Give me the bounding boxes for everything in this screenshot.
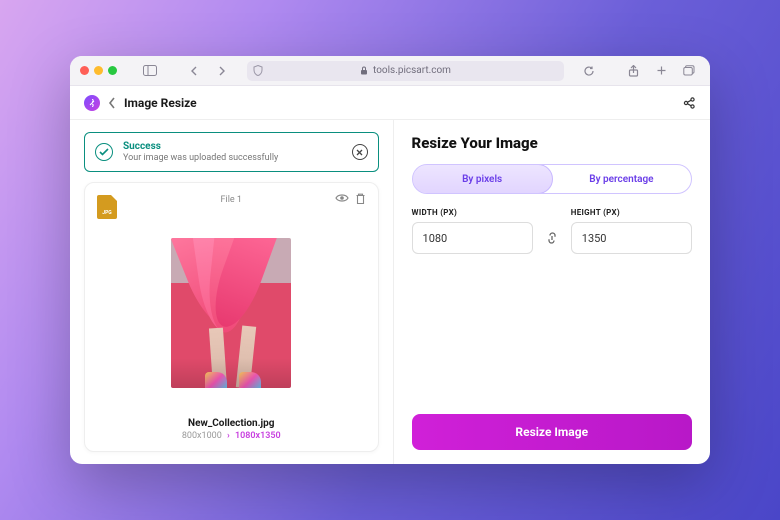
close-window-icon[interactable] bbox=[80, 66, 89, 75]
delete-trash-icon[interactable] bbox=[355, 193, 366, 205]
banner-subtitle: Your image was uploaded successfully bbox=[123, 153, 278, 163]
tabs-overview-icon[interactable] bbox=[678, 62, 700, 80]
success-check-icon bbox=[95, 143, 113, 161]
dimensions-label: 800x1000 › 1080x1350 bbox=[97, 431, 366, 441]
file-index-label: File 1 bbox=[221, 195, 242, 205]
window-controls bbox=[80, 66, 117, 75]
maximize-window-icon[interactable] bbox=[108, 66, 117, 75]
dimensions-arrow-icon: › bbox=[227, 431, 230, 441]
browser-window: tools.picsart.com Image Resize bbox=[70, 56, 710, 464]
right-panel: Resize Your Image By pixels By percentag… bbox=[394, 120, 710, 464]
minimize-window-icon[interactable] bbox=[94, 66, 103, 75]
height-input[interactable]: 1350 bbox=[571, 222, 692, 254]
page-title: Image Resize bbox=[124, 96, 197, 110]
privacy-shield-icon bbox=[253, 65, 263, 76]
app-header: Image Resize bbox=[70, 86, 710, 120]
share-page-icon[interactable] bbox=[682, 96, 696, 110]
url-text: tools.picsart.com bbox=[373, 65, 451, 76]
new-dimensions: 1080x1350 bbox=[235, 431, 281, 441]
left-panel: Success Your image was uploaded successf… bbox=[70, 120, 394, 464]
new-tab-icon[interactable] bbox=[650, 62, 672, 80]
success-banner: Success Your image was uploaded successf… bbox=[84, 132, 379, 172]
nav-forward-icon[interactable] bbox=[211, 62, 233, 80]
preview-eye-icon[interactable] bbox=[335, 193, 349, 205]
share-browser-icon[interactable] bbox=[622, 62, 644, 80]
tab-by-percentage[interactable]: By percentage bbox=[552, 165, 691, 193]
reload-icon[interactable] bbox=[578, 62, 600, 80]
aspect-lock-icon[interactable] bbox=[541, 222, 563, 254]
sidebar-toggle-icon[interactable] bbox=[139, 62, 161, 80]
url-bar[interactable]: tools.picsart.com bbox=[247, 61, 564, 81]
resize-heading: Resize Your Image bbox=[412, 134, 692, 152]
resize-mode-segmented: By pixels By percentage bbox=[412, 164, 692, 194]
file-name: New_Collection.jpg bbox=[97, 418, 366, 429]
banner-close-icon[interactable] bbox=[352, 144, 368, 160]
height-label: HEIGHT (PX) bbox=[571, 208, 692, 217]
app-logo-icon[interactable] bbox=[84, 95, 100, 111]
content-area: Success Your image was uploaded successf… bbox=[70, 120, 710, 464]
titlebar: tools.picsart.com bbox=[70, 56, 710, 86]
tab-by-pixels[interactable]: By pixels bbox=[412, 164, 553, 194]
width-label: WIDTH (PX) bbox=[412, 208, 533, 217]
banner-title: Success bbox=[123, 141, 278, 152]
image-preview bbox=[97, 207, 366, 416]
old-dimensions: 800x1000 bbox=[182, 431, 222, 441]
width-input[interactable]: 1080 bbox=[412, 222, 533, 254]
nav-back-icon[interactable] bbox=[183, 62, 205, 80]
resize-image-button[interactable]: Resize Image bbox=[412, 414, 692, 450]
thumbnail-image bbox=[171, 238, 291, 388]
file-card: JPG File 1 bbox=[84, 182, 379, 452]
back-chevron-icon[interactable] bbox=[108, 97, 116, 109]
lock-icon bbox=[360, 66, 368, 75]
